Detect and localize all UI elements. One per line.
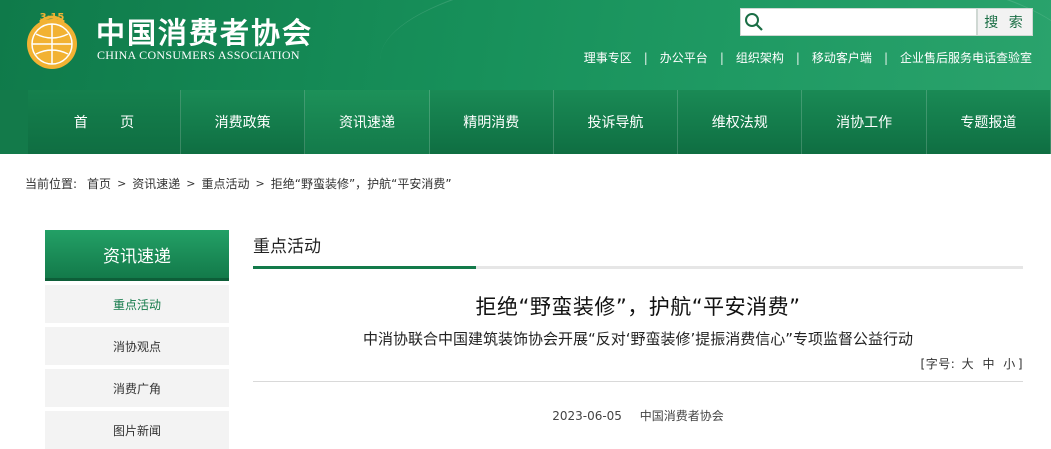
article-divider (253, 381, 1023, 382)
font-size-label: [字号: (920, 357, 956, 371)
divider: | (719, 50, 724, 65)
breadcrumb-arrow-icon: > (117, 177, 127, 190)
nav-consumer-policy[interactable]: 消费政策 (181, 90, 306, 154)
top-links: 理事专区 | 办公平台 | 组织架构 | 移动客户端 | 企业售后服务电话查验室 (584, 49, 1032, 66)
logo-emblem-text: 3·15 (40, 12, 65, 23)
article-date: 2023-06-05 (552, 409, 622, 423)
site-logo-chinese[interactable]: 中国消费者协会 (96, 10, 313, 52)
breadcrumb-key-activities[interactable]: 重点活动 (202, 175, 250, 192)
font-size-control: [字号: 大 中 小] (253, 355, 1023, 372)
sidebar: 资讯速递 重点活动 消协观点 消费广角 图片新闻 (45, 230, 229, 449)
article-subtitle: 中消协联合中国建筑装饰协会开展“反对‘野蛮装修’提振消费信心”专项监督公益行动 (362, 330, 914, 348)
breadcrumb-arrow-icon: > (186, 177, 196, 190)
nav-smart-consumption[interactable]: 精明消费 (429, 90, 554, 154)
main-content: 重点活动 拒绝“野蛮装修”，护航“平安消费” 中消协联合中国建筑装饰协会开展“反… (253, 230, 1023, 424)
nav-rights-laws[interactable]: 维权法规 (678, 90, 803, 154)
nav-association-work[interactable]: 消协工作 (802, 90, 927, 154)
font-size-large[interactable]: 大 (962, 357, 975, 371)
divider: | (883, 50, 888, 65)
sidebar-item-association-views[interactable]: 消协观点 (45, 327, 229, 365)
site-logo-english: CHINA CONSUMERS ASSOCIATION (97, 48, 300, 62)
main-nav: 首 页 消费政策 资讯速递 精明消费 投诉导航 维权法规 消协工作 专题报道 (0, 90, 1051, 154)
breadcrumb-arrow-icon: > (255, 177, 265, 190)
site-header: 3·15 中国消费者协会 CHINA CONSUMERS ASSOCIATION… (0, 0, 1051, 90)
top-link-council[interactable]: 理事专区 (584, 49, 632, 66)
breadcrumb: 当前位置: 首页 > 资讯速递 > 重点活动 > 拒绝“野蛮装修”，护航“平安消… (25, 175, 452, 192)
search-box (740, 8, 977, 36)
sidebar-item-key-activities[interactable]: 重点活动 (45, 285, 229, 323)
section-title: 重点活动 (253, 237, 321, 257)
search-icon (741, 9, 767, 35)
top-link-service-check[interactable]: 企业售后服务电话查验室 (900, 49, 1032, 66)
breadcrumb-current: 拒绝“野蛮装修”，护航“平安消费” (270, 177, 452, 191)
top-link-organization[interactable]: 组织架构 (736, 49, 784, 66)
search-button[interactable]: 搜 索 (977, 8, 1033, 36)
sidebar-item-photo-news[interactable]: 图片新闻 (45, 411, 229, 449)
divider: | (795, 50, 800, 65)
article-source: 中国消费者协会 (639, 409, 724, 423)
breadcrumb-prefix: 当前位置: (25, 177, 78, 191)
sidebar-title: 资讯速递 (45, 230, 229, 281)
font-size-medium[interactable]: 中 (982, 357, 995, 371)
font-size-end: ] (1017, 357, 1023, 371)
nav-news[interactable]: 资讯速递 (305, 90, 430, 154)
breadcrumb-home[interactable]: 首页 (87, 175, 111, 192)
search-input[interactable] (767, 10, 972, 34)
divider: | (643, 50, 648, 65)
section-title-underline (253, 266, 1023, 269)
article-meta: 2023-06-05 中国消费者协会 (253, 407, 1023, 424)
breadcrumb-news[interactable]: 资讯速递 (132, 175, 180, 192)
nav-complaint-guide[interactable]: 投诉导航 (553, 90, 679, 154)
nav-home[interactable]: 首 页 (27, 90, 182, 154)
top-link-office[interactable]: 办公平台 (660, 49, 708, 66)
top-link-mobile[interactable]: 移动客户端 (812, 49, 872, 66)
sidebar-item-consumption-wide-angle[interactable]: 消费广角 (45, 369, 229, 407)
cca-logo-emblem[interactable]: 3·15 (20, 8, 84, 72)
article-title: 拒绝“野蛮装修”，护航“平安消费” (475, 295, 801, 319)
nav-spacer (0, 90, 28, 154)
nav-special-reports[interactable]: 专题报道 (926, 90, 1051, 154)
font-size-small[interactable]: 小 (1003, 357, 1016, 371)
